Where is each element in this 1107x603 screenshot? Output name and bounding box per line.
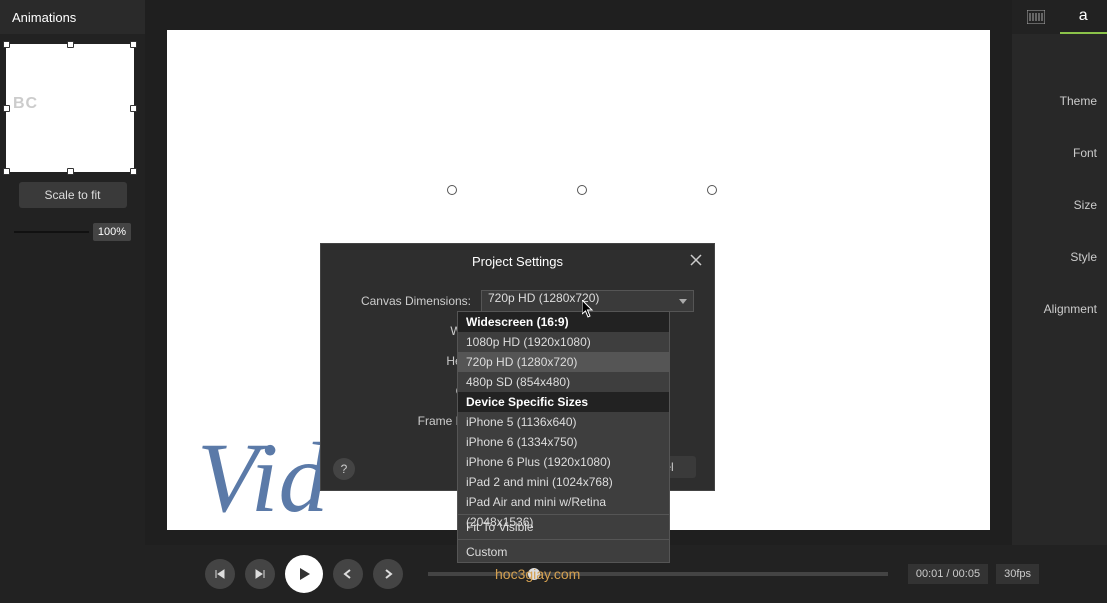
canvas-dimensions-label: Canvas Dimensions: bbox=[341, 294, 481, 308]
animations-tab[interactable]: Animations bbox=[0, 0, 145, 34]
dropdown-item-iphone6plus[interactable]: iPhone 6 Plus (1920x1080) bbox=[458, 452, 669, 472]
chevron-down-icon bbox=[679, 299, 687, 304]
time-display: 00:01 / 00:05 bbox=[908, 564, 988, 584]
dropdown-item-1080p[interactable]: 1080p HD (1920x1080) bbox=[458, 332, 669, 352]
left-panel: Animations BC Scale to fit 100% bbox=[0, 0, 145, 603]
prev-frame-button[interactable] bbox=[205, 559, 235, 589]
dialog-header: Project Settings bbox=[321, 244, 714, 278]
next-marker-button[interactable] bbox=[373, 559, 403, 589]
scale-to-fit-button[interactable]: Scale to fit bbox=[19, 182, 127, 208]
dropdown-item-fit[interactable]: Fit To Visible bbox=[458, 517, 669, 537]
close-icon[interactable] bbox=[688, 252, 704, 268]
watermark-text: Vid bbox=[197, 420, 328, 535]
prev-marker-button[interactable] bbox=[333, 559, 363, 589]
properties-tab-icon[interactable] bbox=[1012, 0, 1060, 34]
dropdown-item-ipadair[interactable]: iPad Air and mini w/Retina (2048x1536) bbox=[458, 492, 669, 512]
thumbnail-area: BC Scale to fit 100% bbox=[0, 34, 145, 256]
dropdown-item-iphone5[interactable]: iPhone 5 (1136x640) bbox=[458, 412, 669, 432]
right-panel: a Theme Font Size Style Alignment bbox=[1012, 0, 1107, 603]
dropdown-item-custom[interactable]: Custom bbox=[458, 542, 669, 562]
dimensions-dropdown: Widescreen (16:9) 1080p HD (1920x1080) 7… bbox=[457, 311, 670, 563]
help-button[interactable]: ? bbox=[333, 458, 355, 480]
text-tab[interactable]: a bbox=[1060, 0, 1107, 34]
theme-label: Theme bbox=[1012, 84, 1107, 118]
fps-display: 30fps bbox=[996, 564, 1039, 584]
play-button[interactable] bbox=[285, 555, 323, 593]
dropdown-item-ipad2[interactable]: iPad 2 and mini (1024x768) bbox=[458, 472, 669, 492]
dropdown-item-720p[interactable]: 720p HD (1280x720) bbox=[458, 352, 669, 372]
next-frame-button[interactable] bbox=[245, 559, 275, 589]
style-label: Style bbox=[1012, 240, 1107, 274]
watermark-url: hoc3giay.com bbox=[495, 566, 580, 582]
font-label: Font bbox=[1012, 136, 1107, 170]
zoom-slider[interactable] bbox=[14, 231, 89, 233]
size-label: Size bbox=[1012, 188, 1107, 222]
animation-thumbnail[interactable]: BC bbox=[6, 44, 134, 172]
dropdown-header-widescreen: Widescreen (16:9) bbox=[458, 312, 669, 332]
dropdown-header-device: Device Specific Sizes bbox=[458, 392, 669, 412]
alignment-label: Alignment bbox=[1012, 292, 1107, 326]
dropdown-item-480p[interactable]: 480p SD (854x480) bbox=[458, 372, 669, 392]
zoom-row: 100% bbox=[6, 218, 139, 246]
thumb-label: BC bbox=[13, 95, 38, 113]
canvas-dimensions-select[interactable]: 720p HD (1280x720) bbox=[481, 290, 694, 312]
dropdown-item-iphone6[interactable]: iPhone 6 (1334x750) bbox=[458, 432, 669, 452]
dialog-title: Project Settings bbox=[472, 254, 563, 269]
zoom-value[interactable]: 100% bbox=[93, 223, 131, 241]
